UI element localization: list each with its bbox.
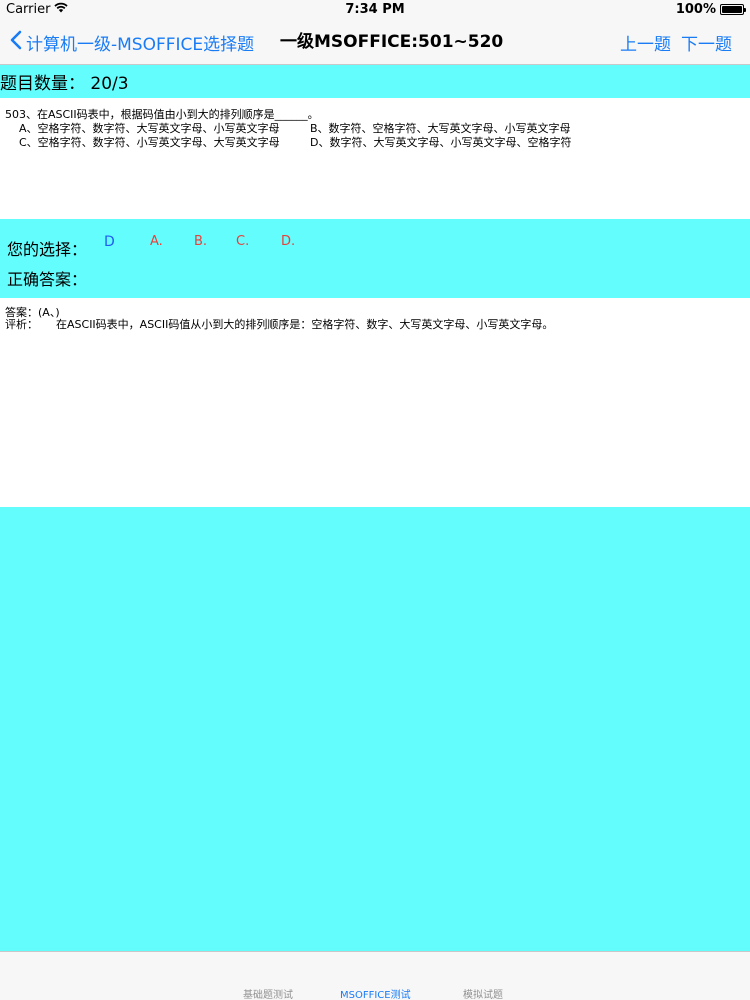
tab-mock-exam[interactable]: 模拟试题 bbox=[463, 986, 503, 1000]
battery-percent: 100% bbox=[675, 2, 716, 17]
battery-group: 100% bbox=[675, 2, 746, 17]
tab-msoffice-test[interactable]: MSOFFICE测试 bbox=[340, 986, 411, 1000]
app-screen: Carrier 7:34 PM 100% 计算机一级-MSOFFICE选择题 一… bbox=[0, 0, 750, 1000]
option-d-text: D、数字符、大写英文字母、小写英文字母、空格字符 bbox=[310, 136, 572, 149]
status-time: 7:34 PM bbox=[345, 2, 405, 17]
option-c-text: C、空格字符、数字符、小写英文字母、大写英文字母 bbox=[19, 136, 280, 149]
tab-basic-test[interactable]: 基础题测试 bbox=[243, 986, 293, 1000]
status-bar: Carrier 7:34 PM 100% bbox=[0, 0, 750, 20]
back-button-label: 计算机一级-MSOFFICE选择题 bbox=[26, 34, 255, 55]
correct-answer-label: 正确答案： bbox=[7, 270, 88, 289]
option-c-button[interactable]: C. bbox=[236, 234, 249, 249]
question-panel: 503、在ASCII码表中，根据码值由小到大的排列顺序是______。 A、空格… bbox=[0, 98, 750, 219]
empty-content-area bbox=[0, 507, 750, 951]
page-title: 一级MSOFFICE:501~520 bbox=[280, 32, 504, 52]
choice-panel: 您的选择： D A. B. C. D. 正确答案： bbox=[0, 219, 750, 298]
your-choice-label: 您的选择： bbox=[7, 240, 88, 259]
battery-icon bbox=[720, 4, 746, 15]
option-a-text: A、空格字符、数字符、大写英文字母、小写英文字母 bbox=[19, 122, 280, 135]
question-stem: 503、在ASCII码表中，根据码值由小到大的排列顺序是______。 bbox=[5, 108, 319, 121]
next-question-button[interactable]: 下一题 bbox=[681, 30, 732, 55]
tab-bar: 基础题测试 MSOFFICE测试 模拟试题 bbox=[0, 951, 750, 1000]
previous-question-button[interactable]: 上一题 bbox=[620, 30, 671, 55]
option-b-button[interactable]: B. bbox=[194, 234, 207, 249]
back-button[interactable]: 计算机一级-MSOFFICE选择题 bbox=[10, 20, 254, 64]
selected-choice: D bbox=[104, 234, 115, 250]
chevron-left-icon bbox=[10, 30, 22, 55]
nav-actions: 上一题 下一题 bbox=[620, 20, 732, 64]
explanation-panel: 答案：(A、) 评析： 在ASCII码表中，ASCII码值从小到大的排列顺序是：… bbox=[0, 298, 750, 507]
option-a-button[interactable]: A. bbox=[150, 234, 163, 249]
navigation-bar: 计算机一级-MSOFFICE选择题 一级MSOFFICE:501~520 上一题… bbox=[0, 20, 750, 65]
option-d-button[interactable]: D. bbox=[281, 234, 295, 249]
analysis-label: 评析： bbox=[5, 318, 38, 331]
option-b-text: B、数字符、空格字符、大写英文字母、小写英文字母 bbox=[310, 122, 571, 135]
analysis-text: 在ASCII码表中，ASCII码值从小到大的排列顺序是：空格字符、数字、大写英文… bbox=[56, 318, 554, 331]
question-count-band: 题目数量： 20/3 bbox=[0, 65, 750, 98]
